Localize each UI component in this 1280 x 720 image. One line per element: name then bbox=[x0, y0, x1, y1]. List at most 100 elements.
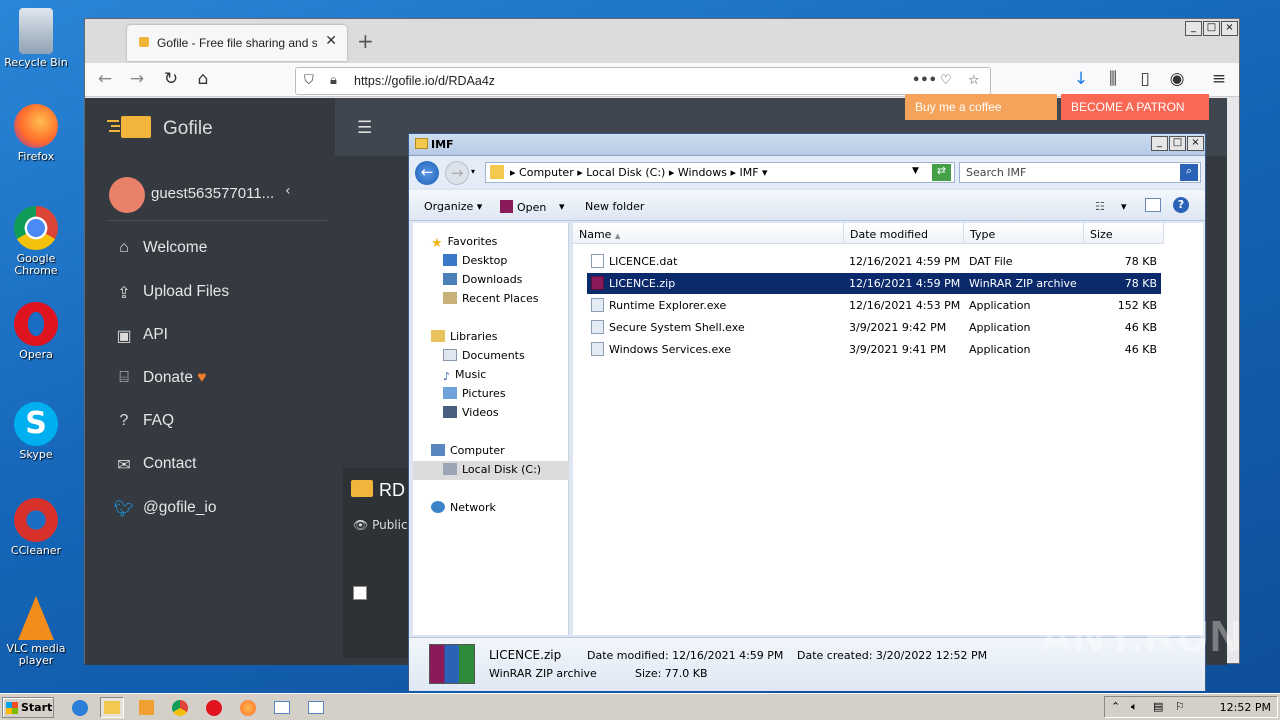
reload-button[interactable]: ↻ bbox=[159, 69, 183, 89]
file-row[interactable]: Secure System Shell.exe 3/9/2021 9:42 PM… bbox=[587, 317, 1161, 338]
nav-libraries[interactable]: Libraries bbox=[431, 330, 498, 343]
sidebar-toggle-icon[interactable]: ▯ bbox=[1133, 69, 1157, 89]
show-hidden-icons-icon[interactable]: ⌃ bbox=[1111, 700, 1120, 713]
lock-icon[interactable]: 🔒︎ bbox=[330, 73, 337, 88]
browser-tab[interactable]: Gofile - Free file sharing and storage ✕ bbox=[127, 25, 347, 61]
nav-local-disk[interactable]: Local Disk (C:) bbox=[443, 463, 541, 476]
sidebar-item-api[interactable]: ▣ API bbox=[113, 323, 333, 353]
desktop-icon-recycle-bin[interactable]: Recycle Bin bbox=[4, 8, 68, 69]
maximize-button[interactable]: □ bbox=[1203, 21, 1220, 36]
nav-network[interactable]: Network bbox=[431, 501, 496, 514]
column-header-type[interactable]: Type bbox=[964, 223, 1084, 244]
clock[interactable]: 12:52 PM bbox=[1220, 701, 1271, 714]
start-button[interactable]: Start bbox=[2, 697, 54, 718]
window-taskbar-button-2[interactable] bbox=[304, 697, 328, 718]
account-icon[interactable]: ◉ bbox=[1165, 69, 1189, 89]
tab-close-icon[interactable]: ✕ bbox=[325, 33, 337, 49]
nav-recent-places[interactable]: Recent Places bbox=[443, 292, 539, 305]
bookmark-star-icon[interactable]: ☆ bbox=[968, 73, 980, 88]
close-button[interactable]: × bbox=[1187, 136, 1204, 151]
minimize-button[interactable]: _ bbox=[1185, 21, 1202, 36]
nav-downloads[interactable]: Downloads bbox=[443, 273, 522, 286]
close-button[interactable]: × bbox=[1221, 21, 1238, 36]
select-all-checkbox[interactable] bbox=[353, 586, 367, 600]
home-button[interactable]: ⌂ bbox=[191, 69, 215, 89]
minimize-button[interactable]: _ bbox=[1151, 136, 1168, 151]
sidebar-item-faq[interactable]: ? FAQ bbox=[113, 409, 333, 439]
maximize-button[interactable]: □ bbox=[1169, 136, 1186, 151]
forward-arrow-icon[interactable]: → bbox=[445, 161, 469, 185]
url-bar[interactable]: ⛉ 🔒︎ https://gofile.io/d/RDAa4z ••• ♡ ☆ bbox=[295, 67, 991, 95]
desktop-icon-ccleaner[interactable]: CCleaner bbox=[4, 498, 68, 557]
gofile-logo-text[interactable]: Gofile bbox=[163, 118, 213, 140]
sidebar-item-contact[interactable]: ✉ Contact bbox=[113, 452, 333, 482]
patreon-button[interactable]: BECOME A PATRON bbox=[1061, 94, 1209, 120]
sidebar-item-welcome[interactable]: ⌂ Welcome bbox=[113, 236, 333, 266]
file-row-selected[interactable]: LICENCE.zip 12/16/2021 4:59 PM WinRAR ZI… bbox=[587, 273, 1161, 294]
view-dropdown-icon[interactable]: ▾ bbox=[1121, 200, 1127, 213]
sidebar-item-upload[interactable]: ⇪ Upload Files bbox=[113, 280, 333, 310]
breadcrumb-windows[interactable]: Windows bbox=[678, 166, 727, 179]
desktop-icon-vlc[interactable]: VLC media player bbox=[4, 596, 68, 667]
back-arrow-icon[interactable]: ← bbox=[415, 161, 439, 185]
breadcrumb-computer[interactable]: Computer bbox=[519, 166, 574, 179]
desktop-icon-firefox[interactable]: Firefox bbox=[4, 104, 68, 163]
new-folder-button[interactable]: New folder bbox=[585, 200, 644, 213]
collapse-chevron-icon[interactable]: ‹ bbox=[285, 183, 291, 199]
column-header-name[interactable]: Name ▲ bbox=[573, 223, 844, 244]
window-taskbar-button[interactable] bbox=[270, 697, 294, 718]
organize-button[interactable]: Organize ▾ bbox=[424, 200, 482, 213]
action-center-flag-icon[interactable]: ⚐ bbox=[1175, 700, 1185, 713]
nav-documents[interactable]: Documents bbox=[443, 349, 525, 362]
library-icon[interactable]: ⫼ bbox=[1101, 69, 1125, 89]
download-icon[interactable]: ↓ bbox=[1069, 69, 1093, 89]
opera-taskbar-icon[interactable] bbox=[202, 697, 226, 718]
page-actions-icon[interactable]: ••• bbox=[912, 73, 937, 88]
hamburger-menu-icon[interactable]: ☰ bbox=[357, 118, 372, 138]
nav-videos[interactable]: Videos bbox=[443, 406, 499, 419]
address-dropdown-icon[interactable]: ▼ bbox=[912, 166, 919, 176]
file-row[interactable]: Windows Services.exe 3/9/2021 9:41 PM Ap… bbox=[587, 339, 1161, 360]
nav-favorites[interactable]: ★ Favorites bbox=[431, 235, 497, 251]
breadcrumb[interactable]: ▸ Computer ▸ Local Disk (C:) ▸ Windows ▸… bbox=[485, 162, 955, 183]
ie-taskbar-icon[interactable] bbox=[68, 697, 92, 718]
preview-pane-icon[interactable] bbox=[1145, 198, 1161, 212]
help-icon[interactable]: ? bbox=[1173, 197, 1189, 213]
new-tab-button[interactable]: + bbox=[357, 29, 374, 53]
file-row[interactable]: LICENCE.dat 12/16/2021 4:59 PM DAT File … bbox=[587, 251, 1161, 272]
column-header-size[interactable]: Size bbox=[1084, 223, 1164, 244]
explorer-taskbar-icon[interactable] bbox=[100, 697, 124, 718]
search-box[interactable]: Search IMF ⌕ bbox=[959, 162, 1201, 183]
search-icon[interactable]: ⌕ bbox=[1180, 164, 1198, 181]
breadcrumb-local-disk[interactable]: Local Disk (C:) bbox=[586, 166, 665, 179]
open-dropdown-icon[interactable]: ▾ bbox=[559, 200, 565, 213]
column-header-date[interactable]: Date modified bbox=[844, 223, 964, 244]
nav-computer[interactable]: Computer bbox=[431, 444, 505, 457]
media-player-taskbar-icon[interactable] bbox=[134, 697, 158, 718]
recent-pages-icon[interactable]: ▾ bbox=[471, 167, 475, 176]
user-profile[interactable]: guest563577011... ‹ bbox=[109, 177, 329, 217]
network-tray-icon[interactable]: ▤ bbox=[1153, 700, 1163, 713]
desktop-icon-chrome[interactable]: Google Chrome bbox=[4, 206, 68, 277]
search-input[interactable]: Search IMF bbox=[966, 166, 1026, 179]
pocket-icon[interactable]: ♡ bbox=[940, 73, 952, 88]
desktop-icon-opera[interactable]: Opera bbox=[4, 302, 68, 361]
sidebar-item-donate[interactable]: ⌸ Donate ♥ bbox=[113, 366, 333, 396]
nav-pictures[interactable]: Pictures bbox=[443, 387, 506, 400]
open-button[interactable]: Open bbox=[500, 200, 546, 214]
refresh-icon[interactable]: ⇄ bbox=[932, 164, 951, 181]
volume-icon[interactable]: 🔈︎ bbox=[1131, 700, 1138, 714]
forward-button[interactable]: → bbox=[125, 69, 149, 89]
menu-icon[interactable]: ≡ bbox=[1207, 69, 1231, 89]
sidebar-item-twitter[interactable]: 🐦︎ @gofile_io bbox=[113, 496, 333, 526]
shield-icon[interactable]: ⛉ bbox=[304, 73, 314, 88]
desktop-icon-skype[interactable]: S Skype bbox=[4, 402, 68, 461]
view-options-icon[interactable]: ☷ bbox=[1095, 200, 1105, 213]
buy-me-coffee-button[interactable]: Buy me a coffee bbox=[905, 94, 1057, 120]
chrome-taskbar-icon[interactable] bbox=[168, 697, 192, 718]
firefox-taskbar-icon[interactable] bbox=[236, 697, 260, 718]
back-button[interactable]: ← bbox=[93, 69, 117, 89]
nav-music[interactable]: ♪ Music bbox=[443, 368, 486, 383]
file-row[interactable]: Runtime Explorer.exe 12/16/2021 4:53 PM … bbox=[587, 295, 1161, 316]
nav-desktop[interactable]: Desktop bbox=[443, 254, 507, 267]
